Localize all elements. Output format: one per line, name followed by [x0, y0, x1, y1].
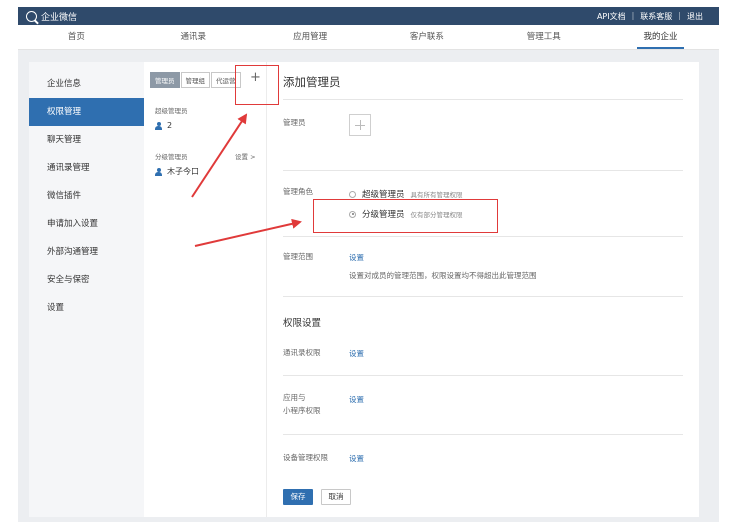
- top-bar: 企业微信 API文档 | 联系客服 | 退出: [18, 7, 719, 25]
- tab-admins[interactable]: 管理员: [150, 72, 180, 88]
- logout-link[interactable]: 退出: [681, 11, 709, 22]
- app-perm-link[interactable]: 设置: [349, 394, 364, 405]
- sidebar-item-wechat-plugin[interactable]: 微信插件: [29, 182, 144, 210]
- divider: [283, 296, 683, 297]
- sidebar-item-security[interactable]: 安全与保密: [29, 266, 144, 294]
- admin-list-column: 管理员 管理组 代运营 + 超级管理员 2 分级管理员 设置 > 木子今口: [144, 62, 267, 517]
- permissions-section-title: 权限设置: [283, 318, 322, 329]
- super-admin-count-value: 2: [167, 121, 173, 130]
- role-field-label: 管理角色: [283, 187, 313, 196]
- user-icon: [155, 121, 162, 130]
- scope-note: 设置对成员的管理范围，权限设置均不得超出此管理范围: [349, 271, 537, 280]
- sub-admin-user-name: 木子今口: [167, 167, 199, 176]
- divider: [283, 375, 683, 376]
- sidebar: 企业信息 权限管理 聊天管理 通讯录管理 微信插件 申请加入设置 外部沟通管理 …: [29, 62, 144, 517]
- nav-customers[interactable]: 客户联系: [368, 25, 485, 49]
- contacts-perm-link[interactable]: 设置: [349, 348, 364, 359]
- scope-field-label: 管理范围: [283, 252, 313, 261]
- divider: [283, 434, 683, 435]
- admin-tabs: 管理员 管理组 代运营: [150, 72, 242, 88]
- sidebar-item-join-settings[interactable]: 申请加入设置: [29, 210, 144, 238]
- sidebar-item-permissions[interactable]: 权限管理: [29, 98, 144, 126]
- save-button[interactable]: 保存: [283, 489, 313, 505]
- sub-admin-label: 分级管理员: [155, 153, 188, 161]
- tab-admin-groups[interactable]: 管理组: [180, 72, 210, 88]
- nav-apps[interactable]: 应用管理: [252, 25, 369, 49]
- page-title: 添加管理员: [283, 75, 341, 89]
- sidebar-item-external[interactable]: 外部沟通管理: [29, 238, 144, 266]
- brand[interactable]: 企业微信: [26, 10, 77, 23]
- sub-admin-user[interactable]: 木子今口: [155, 166, 199, 177]
- annotation-box-sub-admin: [313, 199, 498, 233]
- divider: |: [678, 10, 681, 20]
- divider: [283, 99, 683, 100]
- sidebar-item-chat[interactable]: 聊天管理: [29, 126, 144, 154]
- sidebar-item-settings[interactable]: 设置: [29, 294, 144, 322]
- user-icon: [155, 167, 162, 176]
- nav-contacts[interactable]: 通讯录: [135, 25, 252, 49]
- cancel-button[interactable]: 取消: [321, 489, 351, 505]
- scope-settings-link[interactable]: 设置: [349, 252, 364, 263]
- annotation-box-plus: [235, 65, 279, 105]
- radio-super-admin[interactable]: [349, 190, 356, 198]
- api-docs-link[interactable]: API文档: [591, 11, 632, 22]
- add-admin-form: 添加管理员 管理员 管理角色 超级管理员 具有所有管理权限 分级管理员 仅有部分…: [267, 62, 699, 517]
- divider: [283, 170, 683, 171]
- admin-field-label: 管理员: [283, 118, 306, 127]
- main-nav: 首页 通讯录 应用管理 客户联系 管理工具 我的企业: [18, 25, 719, 50]
- top-links: API文档 | 联系客服 | 退出: [591, 11, 709, 22]
- app-perm-label-line2: 小程序权限: [283, 406, 321, 415]
- device-perm-label: 设备管理权限: [283, 453, 328, 462]
- divider: [283, 236, 683, 237]
- role-super-desc: 具有所有管理权限: [410, 191, 463, 199]
- contacts-perm-label: 通讯录权限: [283, 348, 321, 357]
- brand-name: 企业微信: [41, 12, 78, 23]
- sub-admin-settings-link[interactable]: 设置 >: [235, 151, 256, 161]
- device-perm-link[interactable]: 设置: [349, 453, 364, 464]
- wework-logo-icon: [26, 10, 37, 22]
- super-admin-count[interactable]: 2: [155, 121, 172, 130]
- sidebar-item-company-info[interactable]: 企业信息: [29, 70, 144, 98]
- app-perm-label-line1: 应用与: [283, 393, 306, 402]
- nav-tools[interactable]: 管理工具: [485, 25, 602, 49]
- add-admin-button[interactable]: [349, 114, 371, 136]
- sidebar-item-contacts[interactable]: 通讯录管理: [29, 154, 144, 182]
- divider: |: [631, 10, 635, 20]
- contact-support-link[interactable]: 联系客服: [634, 11, 678, 22]
- super-admin-label: 超级管理员: [155, 107, 188, 115]
- nav-home[interactable]: 首页: [18, 25, 135, 49]
- nav-my-company[interactable]: 我的企业: [602, 25, 719, 49]
